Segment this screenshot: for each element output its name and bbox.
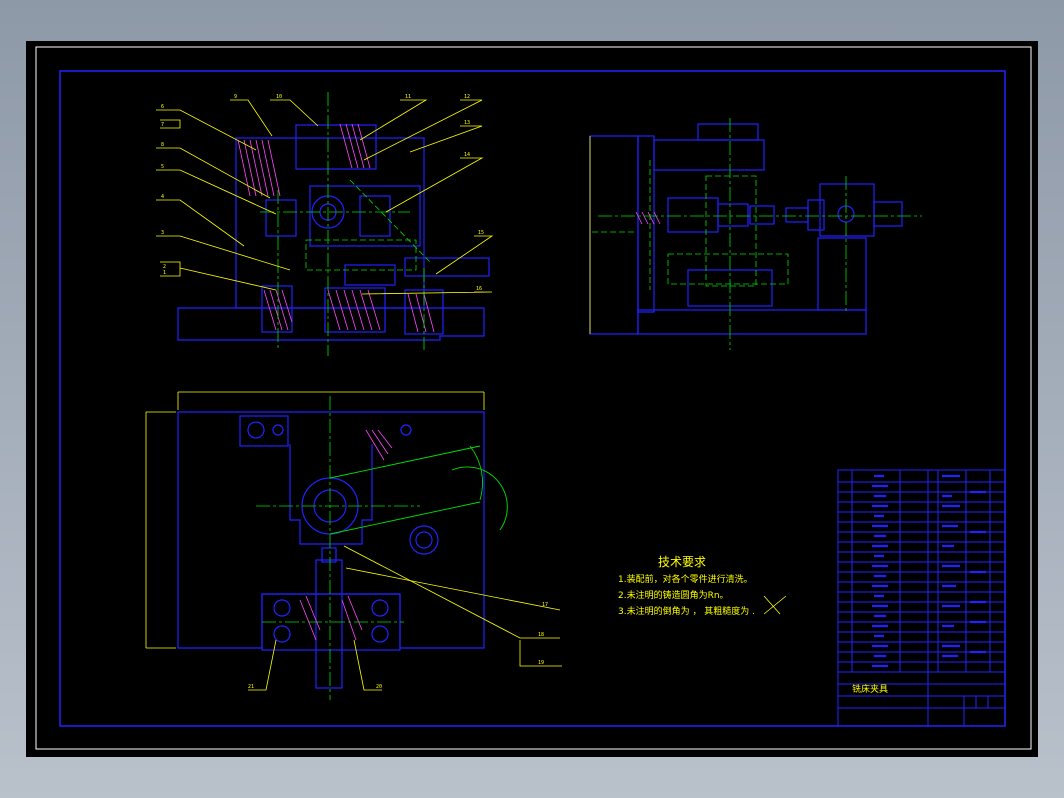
balloon-6: 6 [161, 104, 164, 110]
tech-requirements: 技术要求 1.装配前，对各个零件进行清洗。 2.未注明的铸造圆角为Rn。 3.未… [618, 555, 755, 617]
balloon-17: 17 [542, 602, 548, 608]
tech-req-line-1: 1.装配前，对各个零件进行清洗。 [618, 573, 753, 585]
drawing-frame [59, 70, 1006, 727]
balloon-21: 21 [248, 684, 254, 690]
front-view-hidden [305, 179, 431, 271]
title-block-entries [872, 474, 986, 668]
balloon-5: 5 [161, 164, 164, 170]
balloon-12: 12 [464, 94, 470, 100]
balloon-8: 8 [161, 142, 164, 148]
top-view-hatch [299, 429, 393, 641]
balloon-15: 15 [478, 230, 484, 236]
bottom-balloons: 17 18 19 21 20 [248, 602, 548, 690]
balloon-16: 16 [476, 286, 482, 292]
tech-req-title: 技术要求 [658, 555, 706, 569]
balloon-1: 1 [163, 270, 166, 276]
top-centerlines [256, 396, 420, 700]
balloon-14: 14 [464, 152, 470, 158]
balloon-11: 11 [405, 94, 411, 100]
balloon-18: 18 [538, 632, 544, 638]
balloon-20: 20 [376, 684, 382, 690]
balloon-7: 7 [161, 122, 164, 128]
cad-drawing: 6 7 9 10 11 12 13 14 8 5 4 3 2 1 15 16 1… [35, 46, 1032, 750]
tech-req-line-3: 3.未注明的倒角为 ， 其粗糙度为 . [618, 605, 755, 617]
balloon-19: 19 [538, 660, 544, 666]
top-view-green [329, 445, 508, 535]
sheet-border [35, 46, 1032, 750]
title-block-name: 铣床夹具 [852, 683, 888, 695]
balloon-9: 9 [234, 94, 237, 100]
side-hatch [635, 211, 661, 225]
side-view [589, 123, 903, 335]
balloon-10: 10 [276, 94, 282, 100]
top-dims [145, 391, 787, 691]
balloon-4: 4 [161, 194, 164, 200]
tech-req-line-2: 2.未注明的铸造圆角为Rn。 [618, 589, 729, 601]
balloon-3: 3 [161, 230, 164, 236]
balloon-13: 13 [464, 120, 470, 126]
top-view [177, 411, 485, 689]
